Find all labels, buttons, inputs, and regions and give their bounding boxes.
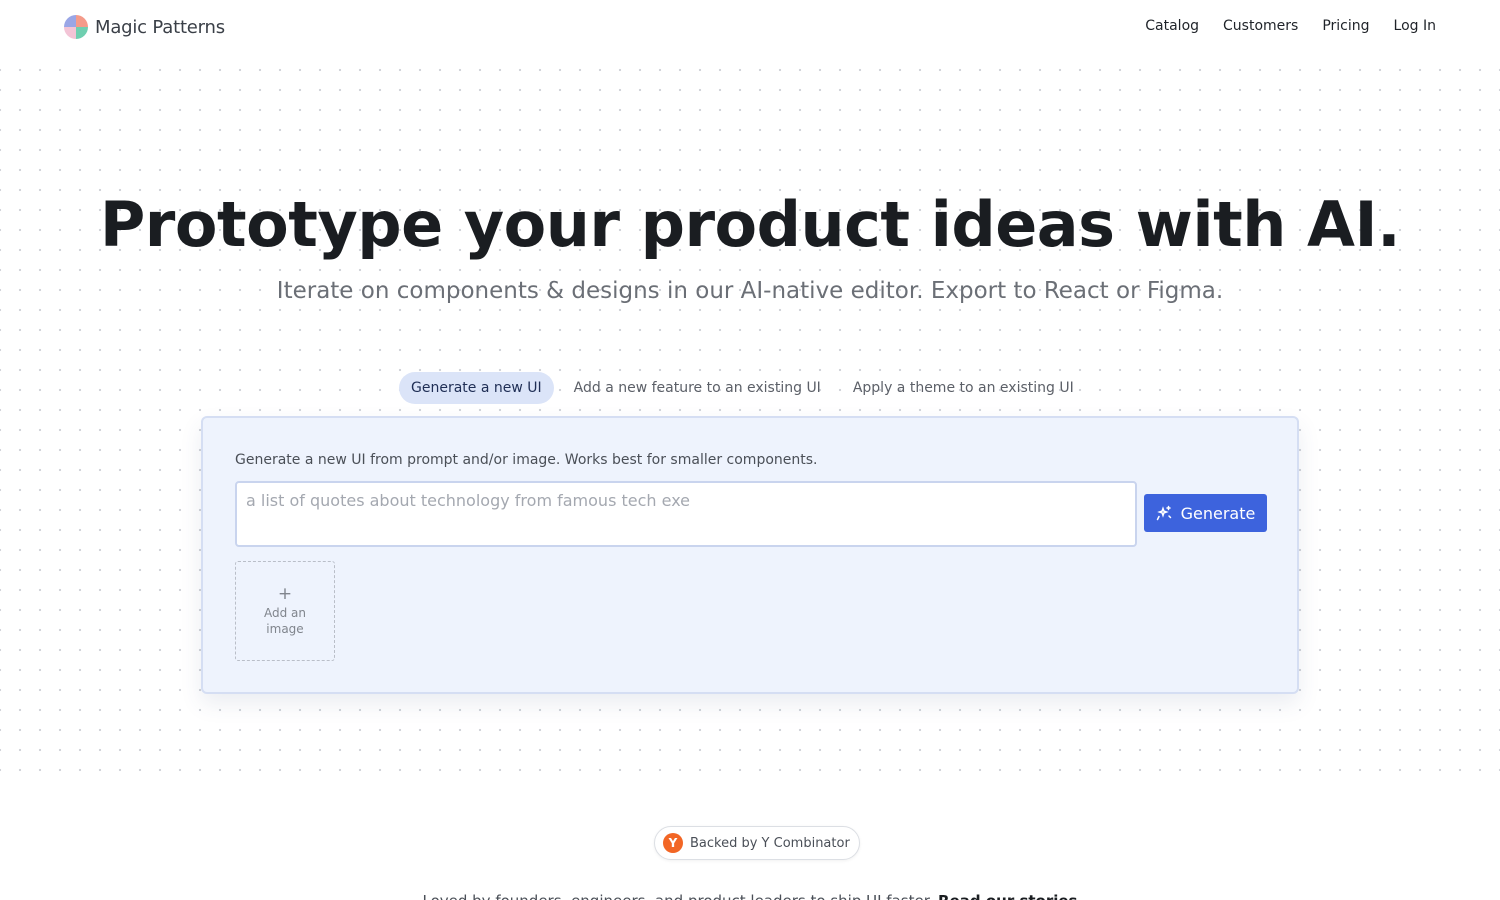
- add-image-label: Add an image: [263, 605, 306, 636]
- generator-card: Generate a new UI from prompt and/or ima…: [201, 416, 1299, 694]
- nav-login[interactable]: Log In: [1394, 18, 1436, 34]
- add-image-button[interactable]: + Add an image: [235, 561, 335, 661]
- tab-generate-new-ui[interactable]: Generate a new UI: [399, 372, 554, 404]
- brand-logo[interactable]: Magic Patterns: [64, 15, 225, 39]
- page: Magic Patterns Catalog Customers Pricing…: [0, 0, 1500, 900]
- generator-description: Generate a new UI from prompt and/or ima…: [235, 452, 818, 468]
- tab-apply-theme[interactable]: Apply a theme to an existing UI: [841, 372, 1086, 404]
- mode-tabs: Generate a new UI Add a new feature to a…: [399, 372, 1086, 404]
- nav-catalog[interactable]: Catalog: [1145, 18, 1199, 34]
- hero-title: Prototype your product ideas with AI.: [99, 188, 1401, 261]
- prompt-input[interactable]: [235, 481, 1137, 547]
- generate-button-label: Generate: [1180, 503, 1256, 523]
- nav-pricing[interactable]: Pricing: [1322, 18, 1369, 34]
- plus-icon: +: [277, 583, 293, 604]
- hero-subtitle: Iterate on components & designs in our A…: [276, 278, 1224, 304]
- yc-badge-text: Backed by Y Combinator: [690, 835, 850, 851]
- testimonial-teaser: Loved by founders, engineers, and produc…: [0, 892, 1500, 900]
- tab-add-feature[interactable]: Add a new feature to an existing UI: [562, 372, 833, 404]
- brand-name: Magic Patterns: [95, 16, 225, 38]
- nav-customers[interactable]: Customers: [1223, 18, 1298, 34]
- nav-links: Catalog Customers Pricing Log In: [1145, 18, 1436, 34]
- generate-button[interactable]: Generate: [1144, 494, 1267, 532]
- top-nav: Magic Patterns Catalog Customers Pricing…: [0, 0, 1500, 56]
- read-stories-link[interactable]: Read our stories: [938, 892, 1077, 900]
- magic-patterns-logo-icon: [64, 15, 88, 39]
- teaser-text: Loved by founders, engineers, and produc…: [423, 892, 934, 900]
- yc-badge[interactable]: Y Backed by Y Combinator: [654, 826, 860, 860]
- y-combinator-logo-icon: Y: [663, 833, 683, 853]
- sparkles-icon: [1156, 505, 1171, 521]
